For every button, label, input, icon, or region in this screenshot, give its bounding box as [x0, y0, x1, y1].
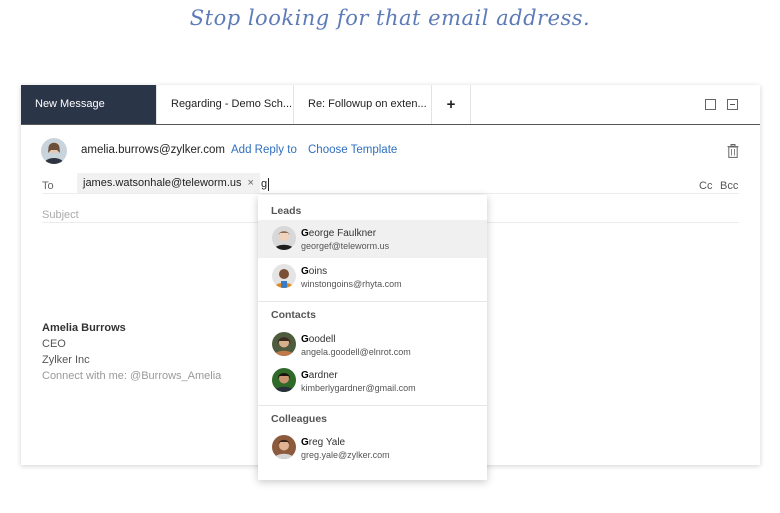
contact-avatar: [272, 368, 296, 392]
suggestion-george-faulkner[interactable]: George Faulkner georgef@teleworm.us: [258, 220, 487, 258]
suggestion-goins[interactable]: Goins winstongoins@rhyta.com: [258, 258, 487, 296]
suggestion-name: Gardner: [301, 370, 338, 381]
remove-recipient-icon[interactable]: ×: [248, 177, 254, 189]
signature-name: Amelia Burrows: [42, 322, 126, 334]
from-email: amelia.burrows@zylker.com: [81, 144, 225, 156]
suggestion-email: angela.goodell@elnrot.com: [301, 347, 411, 357]
suggestion-goodell[interactable]: Goodell angela.goodell@elnrot.com: [258, 326, 487, 364]
group-separator: [258, 405, 487, 406]
autocomplete-dropdown: Leads George Faulkner georgef@teleworm.u…: [258, 195, 487, 480]
contact-avatar: [272, 264, 296, 288]
group-separator: [258, 301, 487, 302]
signature-title: CEO: [42, 338, 66, 350]
signature-connect: Connect with me: @Burrows_Amelia: [42, 370, 222, 382]
tab-regarding-demo[interactable]: Regarding - Demo Sch...: [157, 85, 294, 124]
suggestion-gardner[interactable]: Gardner kimberlygardner@gmail.com: [258, 362, 487, 400]
recipient-chip[interactable]: james.watsonhale@teleworm.us ×: [77, 173, 260, 193]
trash-icon[interactable]: [727, 144, 739, 158]
tagline: Stop looking for that email address.: [189, 6, 591, 30]
tab-new-message[interactable]: New Message: [21, 85, 157, 124]
to-input[interactable]: g: [261, 178, 270, 191]
choose-template-link[interactable]: Choose Template: [308, 144, 397, 156]
tab-bar: New Message Regarding - Demo Sch... Re: …: [21, 85, 760, 125]
minimize-icon[interactable]: [727, 99, 738, 110]
suggestion-name: George Faulkner: [301, 228, 377, 239]
group-title-contacts: Contacts: [271, 309, 316, 321]
cc-button[interactable]: Cc: [699, 180, 712, 192]
suggestion-greg-yale[interactable]: Greg Yale greg.yale@zylker.com: [258, 429, 487, 467]
suggestion-email: greg.yale@zylker.com: [301, 450, 390, 460]
bcc-button[interactable]: Bcc: [720, 180, 738, 192]
contact-avatar: [272, 226, 296, 250]
suggestion-email: kimberlygardner@gmail.com: [301, 383, 416, 393]
suggestion-name: Goins: [301, 266, 328, 277]
to-divider: [42, 193, 739, 194]
to-label: To: [42, 180, 54, 192]
suggestion-email: winstongoins@rhyta.com: [301, 279, 402, 289]
subject-input[interactable]: Subject: [42, 209, 79, 221]
add-reply-to-link[interactable]: Add Reply to: [231, 144, 297, 156]
group-title-colleagues: Colleagues: [271, 413, 328, 425]
recipient-chip-email: james.watsonhale@teleworm.us: [83, 177, 242, 189]
maximize-icon[interactable]: [705, 99, 716, 110]
signature-company: Zylker Inc: [42, 354, 90, 366]
tab-followup[interactable]: Re: Followup on exten...: [294, 85, 432, 124]
suggestion-name: Goodell: [301, 334, 336, 345]
group-title-leads: Leads: [271, 205, 302, 217]
suggestion-name: Greg Yale: [301, 437, 346, 448]
suggestion-email: georgef@teleworm.us: [301, 241, 390, 251]
sender-avatar: [41, 138, 67, 164]
contact-avatar: [272, 332, 296, 356]
new-tab-button[interactable]: +: [432, 85, 471, 124]
contact-avatar: [272, 435, 296, 459]
